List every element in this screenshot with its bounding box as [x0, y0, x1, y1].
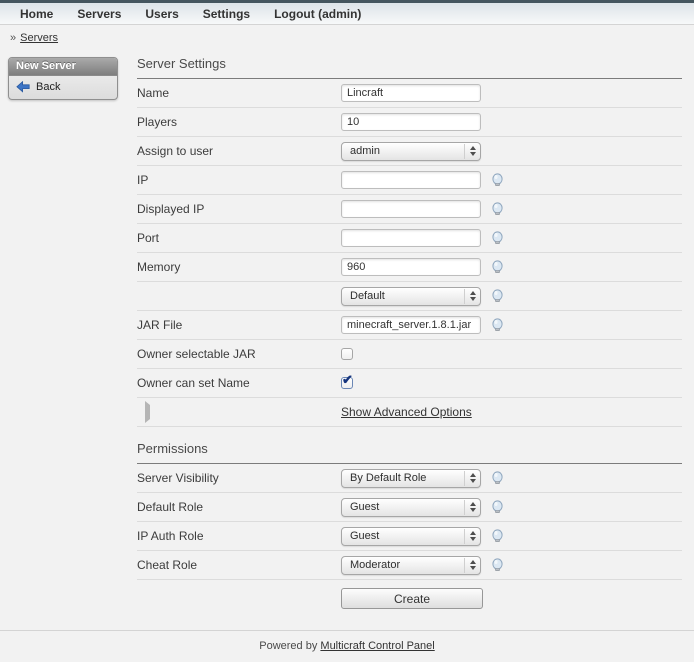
players-label: Players	[137, 115, 341, 129]
nav-item-logout[interactable]: Logout (admin)	[274, 7, 361, 21]
ip-label: IP	[137, 173, 341, 187]
form-row-assign-to-user: Assign to user admin	[137, 137, 682, 166]
bulb-icon[interactable]	[491, 529, 504, 544]
form-row-port: Port	[137, 224, 682, 253]
name-label: Name	[137, 86, 341, 100]
up-down-arrows-icon	[464, 471, 476, 486]
default-role-label: Default Role	[137, 500, 341, 514]
form-row-players: Players	[137, 108, 682, 137]
cheat-role-select[interactable]: Moderator	[341, 556, 481, 575]
form-row-owner-selectable-jar: Owner selectable JAR ✔	[137, 340, 682, 369]
sidebar: New Server Back	[8, 57, 118, 100]
advanced-options-toggle	[137, 405, 341, 419]
bulb-icon[interactable]	[491, 500, 504, 515]
jar-file-input[interactable]	[341, 316, 481, 334]
port-input[interactable]	[341, 229, 481, 247]
arrow-left-icon	[16, 81, 30, 93]
owner-selectable-jar-checkbox[interactable]: ✔	[341, 348, 353, 360]
displayed-ip-label: Displayed IP	[137, 202, 341, 216]
ip-auth-role-label: IP Auth Role	[137, 529, 341, 543]
server-visibility-label: Server Visibility	[137, 471, 341, 485]
form-row-displayed-ip: Displayed IP	[137, 195, 682, 224]
form-row-owner-can-set-name: Owner can set Name ✔	[137, 369, 682, 398]
ip-auth-role-select[interactable]: Guest	[341, 527, 481, 546]
form-row-cheat-role: Cheat Role Moderator	[137, 551, 682, 580]
bulb-icon[interactable]	[491, 202, 504, 217]
form-row-jar-file: JAR File	[137, 311, 682, 340]
up-down-arrows-icon	[464, 500, 476, 515]
breadcrumb-separator: »	[10, 32, 16, 44]
up-down-arrows-icon	[464, 529, 476, 544]
triangle-right-icon	[145, 401, 150, 423]
port-label: Port	[137, 231, 341, 245]
assign-to-user-select[interactable]: admin	[341, 142, 481, 161]
permissions-heading: Permissions	[137, 441, 682, 456]
up-down-arrows-icon	[464, 144, 476, 159]
server-visibility-select-value: By Default Role	[350, 472, 464, 484]
form-row-default-role: Default Role Guest	[137, 493, 682, 522]
footer-text: Powered by	[259, 640, 317, 652]
main-content: Server Settings Name Players Assign to u…	[137, 56, 682, 615]
assign-to-user-select-value: admin	[350, 145, 464, 157]
form-row-name: Name	[137, 79, 682, 108]
jar-preset-select-value: Default	[350, 290, 464, 302]
server-settings-heading: Server Settings	[137, 56, 682, 71]
form-row-jar-preset: Default	[137, 282, 682, 311]
jar-file-label: JAR File	[137, 318, 341, 332]
form-row-advanced-options: Show Advanced Options	[137, 398, 682, 427]
owner-can-set-name-label: Owner can set Name	[137, 376, 341, 390]
players-input[interactable]	[341, 113, 481, 131]
owner-selectable-jar-label: Owner selectable JAR	[137, 347, 341, 361]
footer: Powered by Multicraft Control Panel	[0, 630, 694, 662]
nav-item-servers[interactable]: Servers	[77, 7, 121, 21]
show-advanced-options-link[interactable]: Show Advanced Options	[341, 405, 472, 419]
back-button-label: Back	[36, 81, 60, 93]
up-down-arrows-icon	[464, 558, 476, 573]
breadcrumb-link-servers[interactable]: Servers	[20, 32, 58, 44]
breadcrumb: » Servers	[0, 25, 694, 50]
bulb-icon[interactable]	[491, 289, 504, 304]
bulb-icon[interactable]	[491, 558, 504, 573]
up-down-arrows-icon	[464, 289, 476, 304]
ip-input[interactable]	[341, 171, 481, 189]
bulb-icon[interactable]	[491, 231, 504, 246]
form-row-ip: IP	[137, 166, 682, 195]
bulb-icon[interactable]	[491, 318, 504, 333]
ip-auth-role-select-value: Guest	[350, 530, 464, 542]
name-input[interactable]	[341, 84, 481, 102]
form-row-server-visibility: Server Visibility By Default Role	[137, 464, 682, 493]
displayed-ip-input[interactable]	[341, 200, 481, 218]
form-row-ip-auth-role: IP Auth Role Guest	[137, 522, 682, 551]
default-role-select[interactable]: Guest	[341, 498, 481, 517]
default-role-select-value: Guest	[350, 501, 464, 513]
memory-label: Memory	[137, 260, 341, 274]
footer-link-multicraft[interactable]: Multicraft Control Panel	[320, 640, 434, 652]
assign-to-user-label: Assign to user	[137, 144, 341, 158]
jar-preset-select[interactable]: Default	[341, 287, 481, 306]
bulb-icon[interactable]	[491, 173, 504, 188]
create-button[interactable]: Create	[341, 588, 483, 609]
bulb-icon[interactable]	[491, 260, 504, 275]
form-row-memory: Memory	[137, 253, 682, 282]
nav-bar: Home Servers Users Settings Logout (admi…	[0, 0, 694, 25]
nav-item-users[interactable]: Users	[145, 7, 178, 21]
owner-can-set-name-checkbox[interactable]: ✔	[341, 377, 353, 389]
back-button[interactable]: Back	[9, 76, 117, 99]
server-visibility-select[interactable]: By Default Role	[341, 469, 481, 488]
sidebar-title: New Server	[9, 58, 117, 76]
bulb-icon[interactable]	[491, 471, 504, 486]
nav-item-settings[interactable]: Settings	[203, 7, 250, 21]
cheat-role-label: Cheat Role	[137, 558, 341, 572]
cheat-role-select-value: Moderator	[350, 559, 464, 571]
memory-input[interactable]	[341, 258, 481, 276]
nav-item-home[interactable]: Home	[20, 7, 53, 21]
form-row-create: Create	[137, 580, 682, 615]
checkmark-icon: ✔	[342, 372, 353, 388]
